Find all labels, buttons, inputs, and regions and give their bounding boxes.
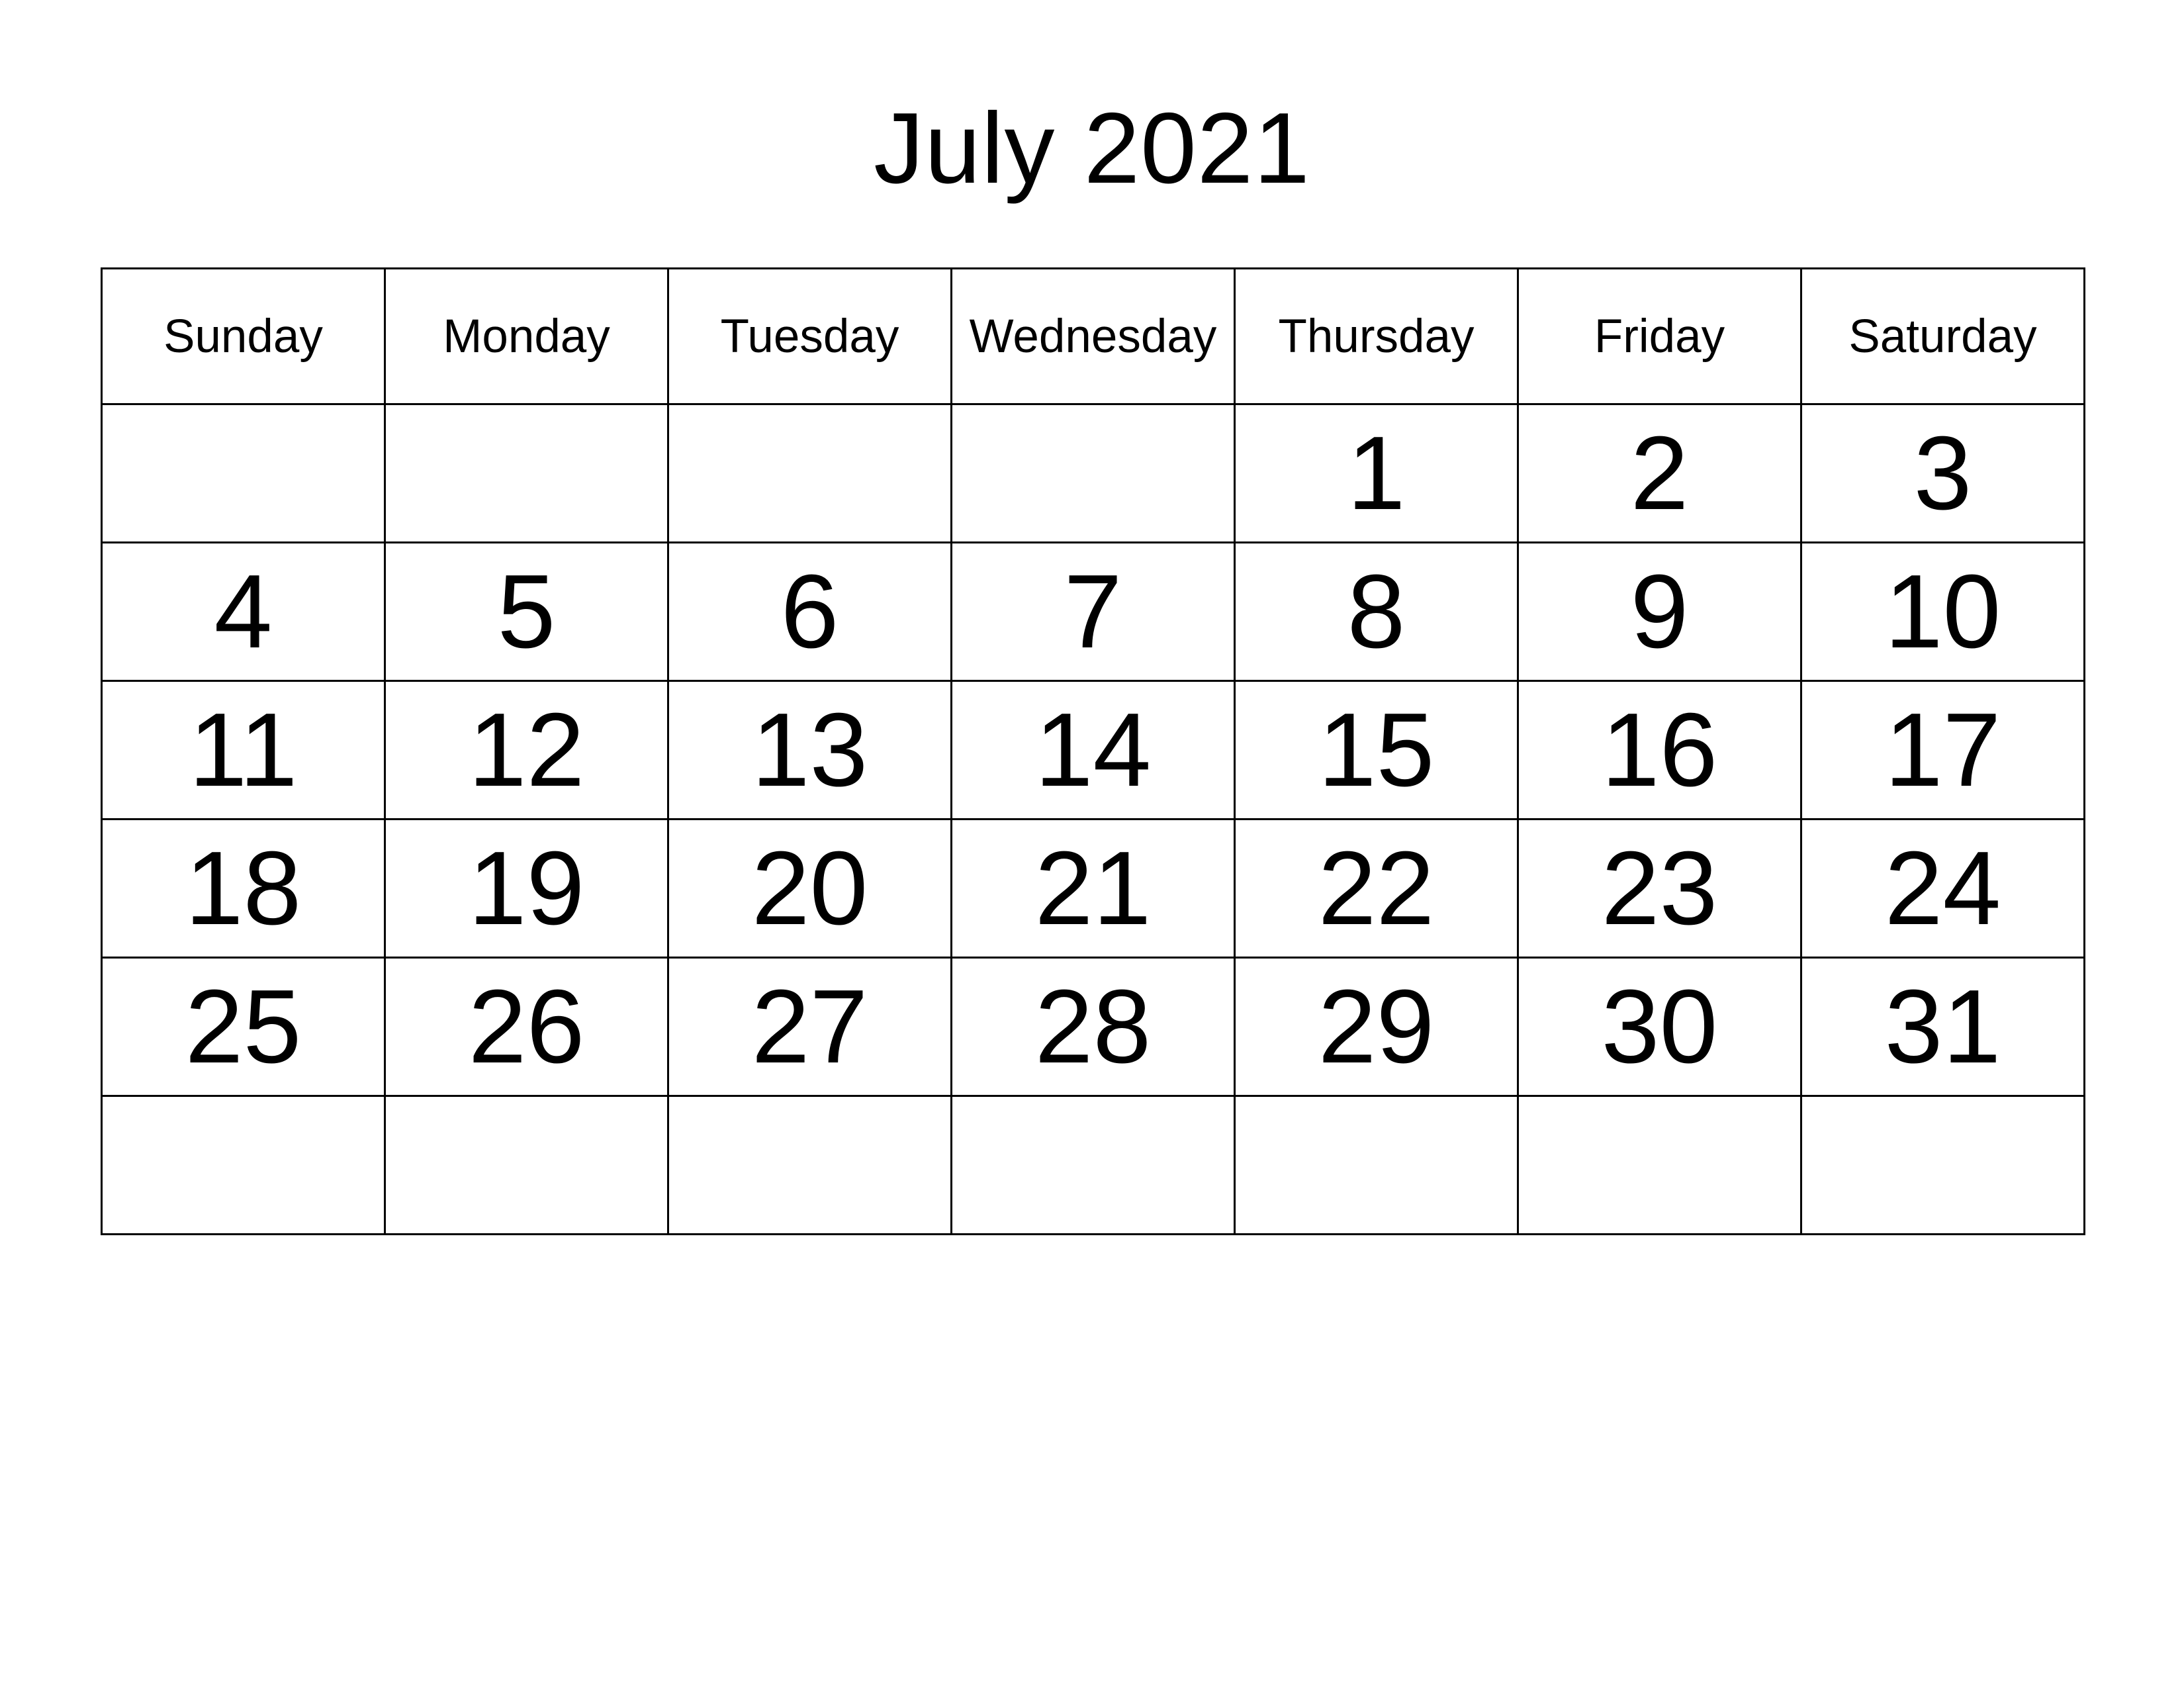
calendar-grid: Sunday Monday Tuesday Wednesday Thursday… — [101, 267, 2085, 1235]
day-number: 23 — [1601, 830, 1718, 947]
day-number: 8 — [1347, 553, 1406, 670]
calendar-day-cell[interactable]: 5 — [384, 541, 669, 682]
day-number: 27 — [751, 968, 868, 1085]
calendar-day-cell[interactable]: 17 — [1800, 680, 2085, 820]
day-number: 29 — [1318, 968, 1435, 1085]
calendar-day-cell[interactable]: 4 — [101, 541, 386, 682]
calendar-day-cell[interactable] — [1234, 1095, 1519, 1235]
calendar-day-cell[interactable]: 2 — [1517, 403, 1802, 543]
day-number: 25 — [185, 968, 302, 1085]
calendar-day-cell[interactable]: 14 — [950, 680, 1236, 820]
day-number: 2 — [1630, 415, 1689, 532]
weekday-header-friday: Friday — [1517, 267, 1802, 405]
day-number: 18 — [185, 830, 302, 947]
weekday-header-row: Sunday Monday Tuesday Wednesday Thursday… — [101, 267, 2085, 405]
day-number: 5 — [497, 553, 556, 670]
day-number: 15 — [1318, 692, 1435, 808]
calendar-day-cell[interactable] — [384, 1095, 669, 1235]
weekday-header-tuesday: Tuesday — [667, 267, 952, 405]
calendar-day-cell[interactable]: 9 — [1517, 541, 1802, 682]
calendar-day-cell[interactable]: 20 — [667, 818, 952, 959]
calendar-day-cell[interactable]: 23 — [1517, 818, 1802, 959]
calendar-day-cell[interactable]: 19 — [384, 818, 669, 959]
calendar-day-cell[interactable]: 12 — [384, 680, 669, 820]
calendar-day-cell[interactable]: 22 — [1234, 818, 1519, 959]
day-number: 4 — [214, 553, 273, 670]
calendar-day-cell[interactable] — [950, 1095, 1236, 1235]
day-number: 19 — [468, 830, 585, 947]
calendar-day-cell[interactable]: 6 — [667, 541, 952, 682]
day-number: 14 — [1034, 692, 1152, 808]
day-number: 28 — [1034, 968, 1152, 1085]
calendar-day-cell[interactable]: 18 — [101, 818, 386, 959]
calendar-day-cell[interactable]: 30 — [1517, 957, 1802, 1097]
day-number: 24 — [1884, 830, 2001, 947]
weekday-header-monday: Monday — [384, 267, 669, 405]
weekday-header-wednesday: Wednesday — [950, 267, 1236, 405]
calendar-day-cell[interactable] — [101, 403, 386, 543]
calendar-day-cell[interactable]: 24 — [1800, 818, 2085, 959]
calendar-week-row: 1 2 3 — [101, 403, 2085, 543]
day-number: 20 — [751, 830, 868, 947]
calendar-day-cell[interactable]: 7 — [950, 541, 1236, 682]
calendar-page: July 2021 Sunday Monday Tuesday Wednesda… — [0, 0, 2184, 1688]
calendar-day-cell[interactable]: 1 — [1234, 403, 1519, 543]
calendar-day-cell[interactable] — [950, 403, 1236, 543]
calendar-day-cell[interactable]: 21 — [950, 818, 1236, 959]
calendar-day-cell[interactable]: 31 — [1800, 957, 2085, 1097]
calendar-day-cell[interactable]: 15 — [1234, 680, 1519, 820]
calendar-body: 1 2 3 4 5 6 7 8 9 10 11 12 13 14 15 16 1… — [101, 403, 2085, 1235]
day-number: 30 — [1601, 968, 1718, 1085]
calendar-day-cell[interactable]: 26 — [384, 957, 669, 1097]
page-title: July 2021 — [874, 92, 1310, 205]
calendar-week-row: 18 19 20 21 22 23 24 — [101, 818, 2085, 959]
calendar-day-cell[interactable]: 29 — [1234, 957, 1519, 1097]
day-number: 9 — [1630, 553, 1689, 670]
day-number: 13 — [751, 692, 868, 808]
calendar-week-row: 4 5 6 7 8 9 10 — [101, 541, 2085, 682]
day-number: 16 — [1601, 692, 1718, 808]
day-number: 11 — [189, 692, 298, 808]
calendar-day-cell[interactable]: 11 — [101, 680, 386, 820]
day-number: 21 — [1034, 830, 1152, 947]
calendar-day-cell[interactable]: 8 — [1234, 541, 1519, 682]
calendar-week-row — [101, 1095, 2085, 1235]
calendar-day-cell[interactable] — [101, 1095, 386, 1235]
calendar-day-cell[interactable]: 16 — [1517, 680, 1802, 820]
calendar-header-row-group: Sunday Monday Tuesday Wednesday Thursday… — [101, 267, 2085, 405]
day-number: 3 — [1913, 415, 1972, 532]
calendar-day-cell[interactable]: 25 — [101, 957, 386, 1097]
day-number: 17 — [1884, 692, 2001, 808]
calendar-day-cell[interactable] — [384, 403, 669, 543]
day-number: 12 — [468, 692, 585, 808]
calendar-day-cell[interactable] — [667, 1095, 952, 1235]
calendar-day-cell[interactable]: 13 — [667, 680, 952, 820]
calendar-day-cell[interactable]: 3 — [1800, 403, 2085, 543]
calendar-day-cell[interactable]: 28 — [950, 957, 1236, 1097]
weekday-header-sunday: Sunday — [101, 267, 386, 405]
calendar-day-cell[interactable]: 10 — [1800, 541, 2085, 682]
calendar-day-cell[interactable] — [667, 403, 952, 543]
day-number: 22 — [1318, 830, 1435, 947]
day-number: 26 — [468, 968, 585, 1085]
calendar-week-row: 25 26 27 28 29 30 31 — [101, 957, 2085, 1097]
calendar-week-row: 11 12 13 14 15 16 17 — [101, 680, 2085, 820]
day-number: 10 — [1884, 553, 2001, 670]
calendar-day-cell[interactable]: 27 — [667, 957, 952, 1097]
calendar-day-cell[interactable] — [1800, 1095, 2085, 1235]
weekday-header-thursday: Thursday — [1234, 267, 1519, 405]
day-number: 6 — [780, 553, 839, 670]
day-number: 31 — [1884, 968, 2001, 1085]
day-number: 1 — [1347, 415, 1406, 532]
weekday-header-saturday: Saturday — [1800, 267, 2085, 405]
calendar-day-cell[interactable] — [1517, 1095, 1802, 1235]
day-number: 7 — [1064, 553, 1122, 670]
